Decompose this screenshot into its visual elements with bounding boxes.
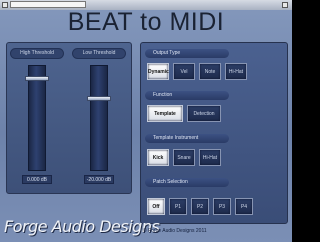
output-type-section: Output Type <box>145 49 283 58</box>
low-threshold-label: Low Threshold <box>73 49 125 58</box>
high-threshold-slider[interactable] <box>25 65 49 171</box>
patch-p3-button[interactable]: P3 <box>213 198 231 215</box>
output-note-button[interactable]: Note <box>199 63 221 80</box>
low-threshold-thumb[interactable] <box>87 96 111 101</box>
threshold-panel: High Threshold Low Threshold 0.000 dB -2… <box>6 42 132 194</box>
function-template-button[interactable]: Template <box>147 105 183 122</box>
patch-p2-button[interactable]: P2 <box>191 198 209 215</box>
high-threshold-thumb[interactable] <box>25 76 49 81</box>
plugin-window: BEAT to MIDI High Threshold Low Threshol… <box>0 0 292 242</box>
patch-p4-button[interactable]: P4 <box>235 198 253 215</box>
output-hihat-button[interactable]: Hi-Hat <box>225 63 247 80</box>
patch-off-button[interactable]: Off <box>147 198 165 215</box>
patch-selection-label: Patch Selection <box>145 178 229 187</box>
instrument-snare-button[interactable]: Snare <box>173 149 195 166</box>
instrument-kick-button[interactable]: Kick <box>147 149 169 166</box>
high-threshold-value[interactable]: 0.000 dB <box>22 175 52 184</box>
output-dynamic-button[interactable]: Dynamic <box>147 63 169 80</box>
settings-panel: Output Type Dynamic Vel Note Hi-Hat Func… <box>140 42 288 224</box>
high-threshold-label: High Threshold <box>11 49 63 58</box>
patch-p1-button[interactable]: P1 <box>169 198 187 215</box>
function-section: Function <box>145 91 283 100</box>
low-threshold-slider[interactable] <box>87 65 111 171</box>
page-title: BEAT to MIDI <box>67 8 225 36</box>
template-instrument-section: Template Instrument <box>145 134 283 143</box>
copyright-text: © Forge Audio Designs 2011 <box>143 228 207 234</box>
output-type-label: Output Type <box>145 49 229 58</box>
patch-selection-section: Patch Selection <box>145 178 283 187</box>
template-instrument-label: Template Instrument <box>145 134 229 143</box>
low-threshold-value[interactable]: -20.000 dB <box>84 175 114 184</box>
forge-audio-logo: Forge Audio Designs <box>4 217 160 236</box>
function-label: Function <box>145 91 229 100</box>
instrument-hihat-button[interactable]: Hi-Hat <box>199 149 221 166</box>
function-detection-button[interactable]: Detection <box>187 105 221 122</box>
output-vel-button[interactable]: Vel <box>173 63 195 80</box>
preset-field[interactable] <box>10 1 86 8</box>
